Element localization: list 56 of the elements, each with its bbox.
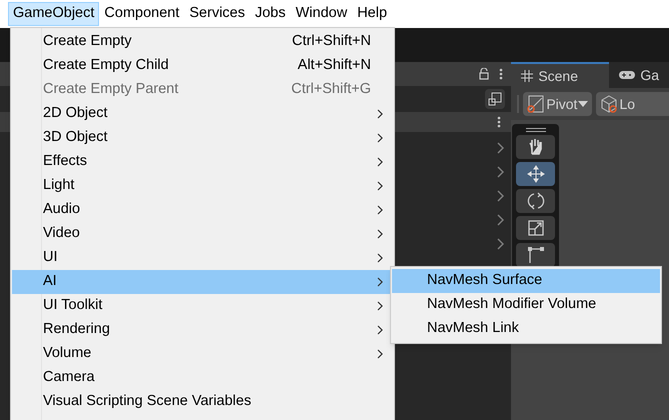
handle-dropdown[interactable]: Lo xyxy=(596,92,669,116)
more-icon[interactable] xyxy=(499,68,504,80)
shortcut-text: Alt+Shift+N xyxy=(298,56,372,76)
windows-icon xyxy=(488,92,502,106)
menu-bar-item[interactable]: Component xyxy=(99,2,184,26)
menu-item[interactable]: Light xyxy=(12,174,393,198)
menu-item[interactable]: Video xyxy=(12,222,393,246)
menu-item[interactable]: UI Toolkit xyxy=(12,294,393,318)
menu-item[interactable]: Visual Scripting Scene Variables xyxy=(12,390,393,414)
more-icon[interactable] xyxy=(497,116,502,128)
shortcut-text: Ctrl+Shift+G xyxy=(291,80,372,100)
scale-tool-button[interactable] xyxy=(516,216,556,240)
menu-item[interactable]: NavMesh Modifier Volume xyxy=(392,293,660,317)
chevron-right-icon[interactable] xyxy=(497,238,504,250)
gamepad-icon xyxy=(619,70,636,80)
rotate-icon xyxy=(526,191,546,211)
menu-item[interactable]: Audio xyxy=(12,198,393,222)
cube-icon xyxy=(600,95,618,113)
caret-icon xyxy=(578,101,588,107)
menu-bar-item[interactable]: Window xyxy=(290,2,352,26)
tab[interactable]: Scene xyxy=(511,62,610,88)
menu-item[interactable]: Effects xyxy=(12,150,393,174)
menu-item[interactable]: Camera xyxy=(12,366,393,390)
rect-tool-icon xyxy=(526,245,546,265)
menu-item[interactable]: 2D Object xyxy=(12,102,393,126)
menu-bar-item[interactable]: Help xyxy=(352,2,392,26)
hand-tool-button[interactable] xyxy=(516,135,556,159)
chevron-right-icon[interactable] xyxy=(497,190,504,202)
move-icon xyxy=(526,164,546,184)
menu-item[interactable]: UI xyxy=(12,246,393,270)
move-tool-button[interactable] xyxy=(516,162,556,186)
menu-item[interactable]: NavMesh Link xyxy=(392,317,660,341)
lock-icon[interactable] xyxy=(479,68,490,80)
menu-item[interactable]: Rendering xyxy=(12,318,393,342)
shortcut-text: Ctrl+Shift+N xyxy=(292,32,372,52)
scale-icon xyxy=(526,218,546,238)
tab[interactable]: Ga xyxy=(609,62,669,88)
expand-button[interactable] xyxy=(485,89,506,109)
rotate-tool-button[interactable] xyxy=(516,189,556,213)
menu-item[interactable]: Create Empty Ctrl+Shift+N xyxy=(12,30,393,54)
menu-bar-item[interactable]: Jobs xyxy=(250,2,291,26)
chevron-right-icon[interactable] xyxy=(497,214,504,226)
menu-item[interactable]: AI xyxy=(12,270,393,294)
rect-tool-button[interactable] xyxy=(516,243,556,267)
chevron-right-icon[interactable] xyxy=(497,142,504,154)
menu-item: Create Empty Parent Ctrl+Shift+G xyxy=(12,78,393,102)
menu-item[interactable]: 3D Object xyxy=(12,126,393,150)
menu-item[interactable]: Volume xyxy=(12,342,393,366)
menu-bar-item[interactable]: Services xyxy=(184,2,250,26)
hash-icon xyxy=(521,70,534,82)
pivot-dropdown[interactable]: Pivot xyxy=(523,92,592,116)
menu-item[interactable]: Create Empty Child Alt+Shift+N xyxy=(12,54,393,78)
menu-bar-item[interactable]: GameObject xyxy=(8,2,100,26)
chevron-right-icon[interactable] xyxy=(497,166,504,178)
menu-item[interactable]: NavMesh Surface xyxy=(392,269,660,293)
pivot-icon xyxy=(527,95,546,113)
